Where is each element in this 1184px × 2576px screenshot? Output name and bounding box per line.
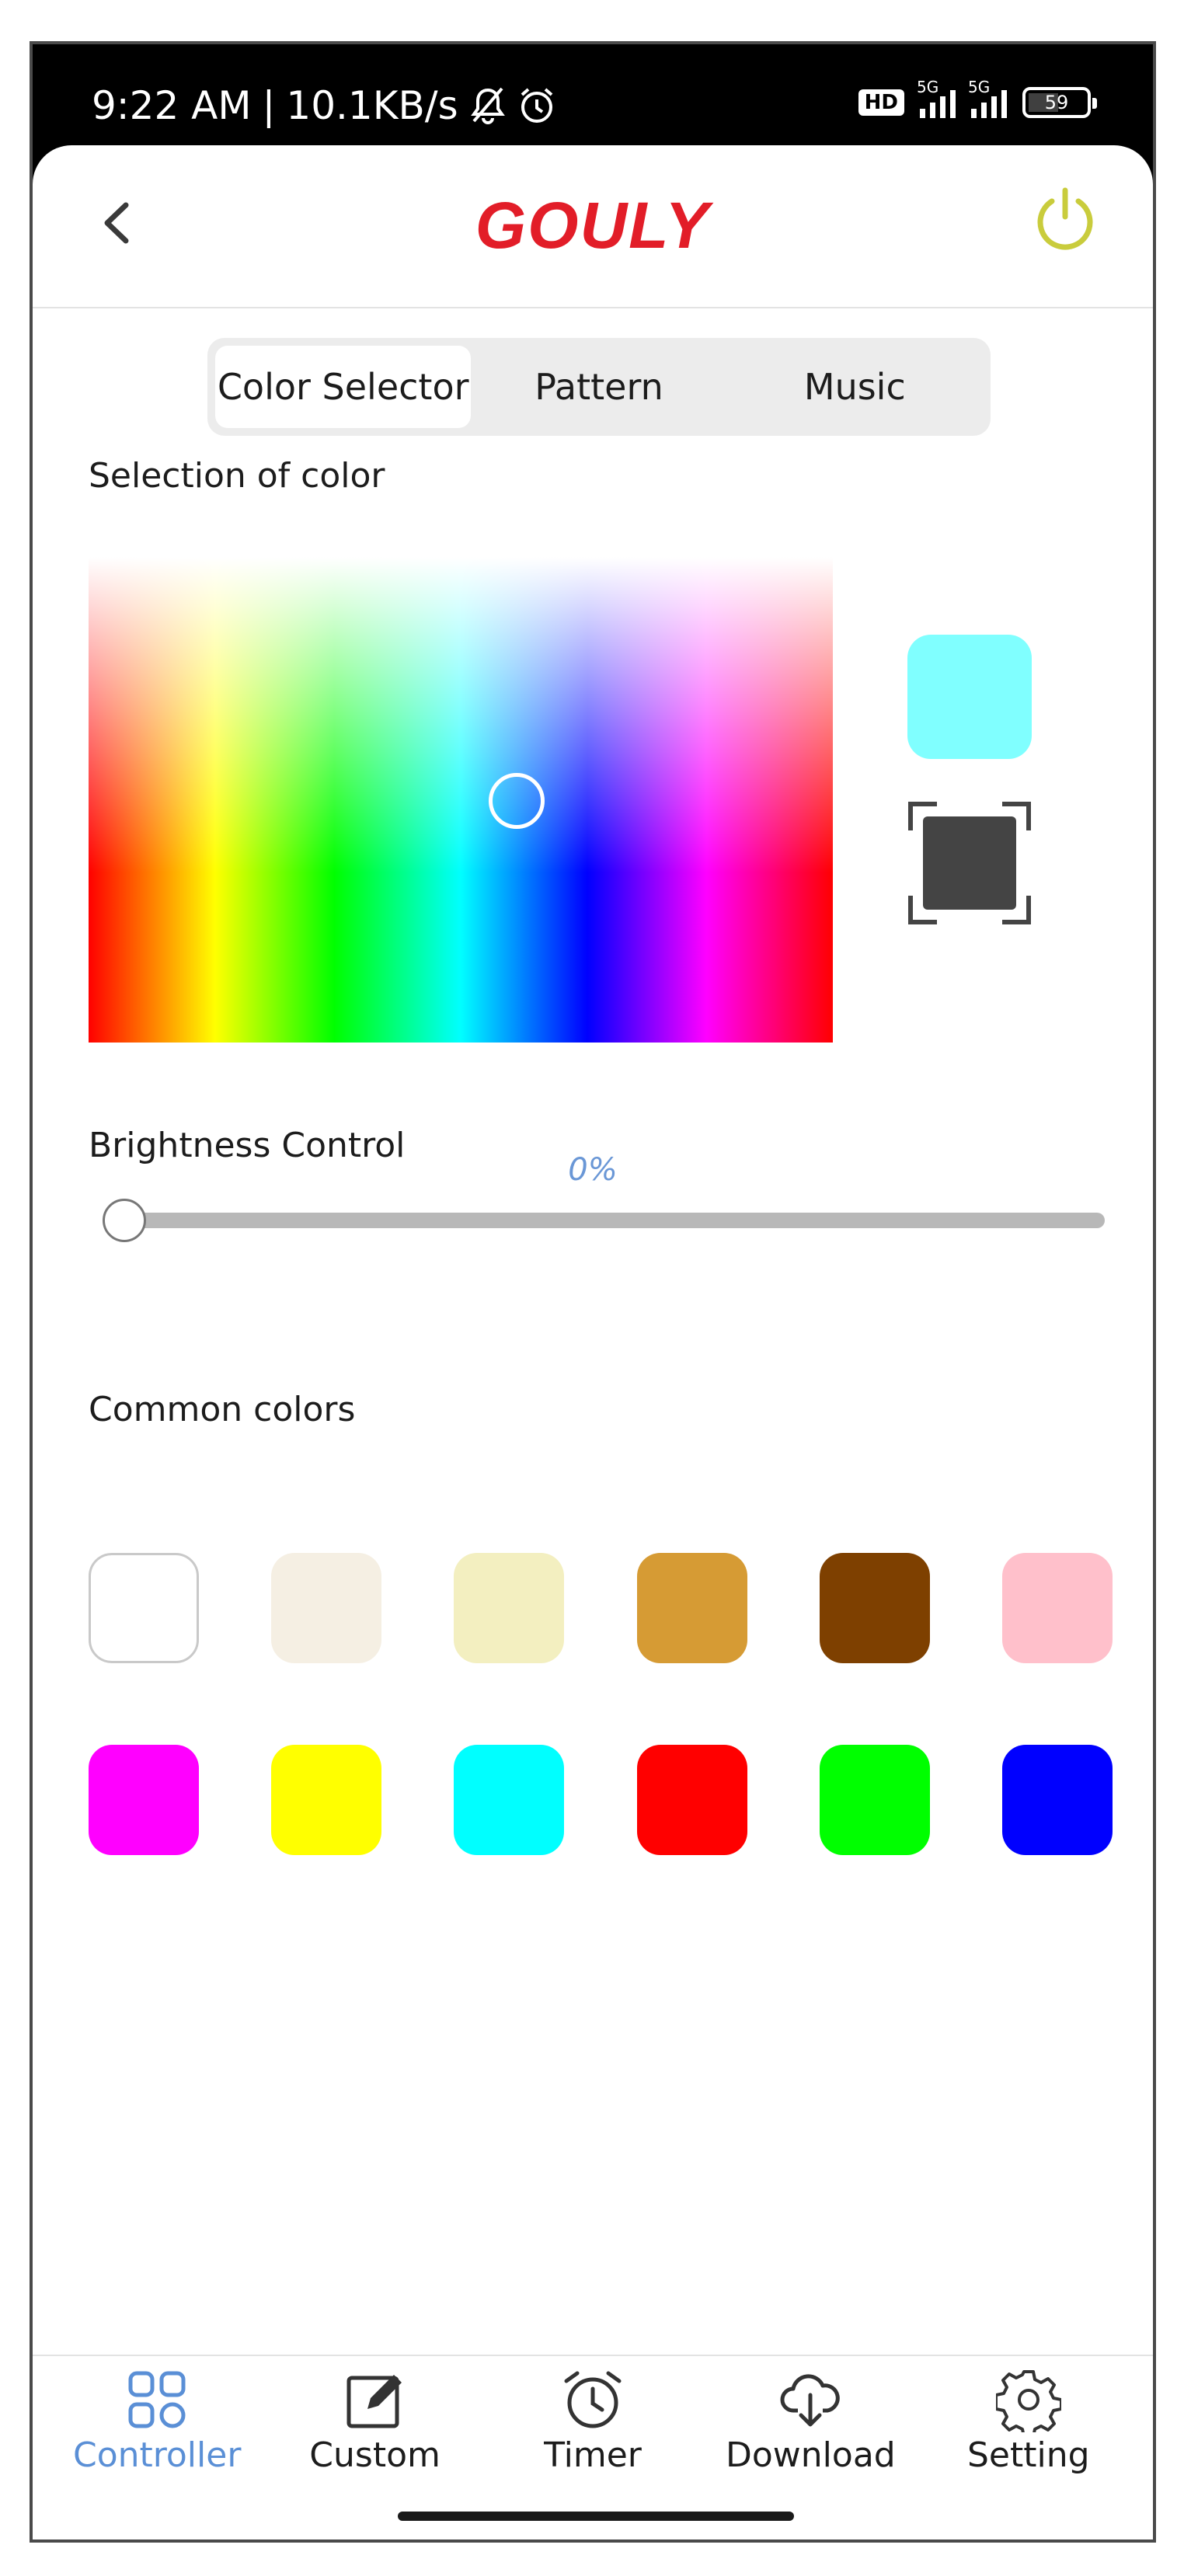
nav-label: Controller xyxy=(72,2435,242,2475)
status-separator: | xyxy=(262,83,276,128)
app-screen: GOULY Color Selector Pattern Music Selec… xyxy=(33,145,1153,2539)
status-bar: 9:22 AM | 10.1KB/s HD 5G 5G 59 xyxy=(33,44,1153,161)
common-colors-title: Common colors xyxy=(89,1390,356,1429)
nav-label: Custom xyxy=(309,2435,441,2475)
signal-tag: 5G xyxy=(968,78,991,96)
status-left: 9:22 AM | 10.1KB/s xyxy=(92,83,556,128)
status-right: HD 5G 5G 59 xyxy=(858,78,1097,118)
color-swatch[interactable] xyxy=(271,1553,382,1663)
selected-color-preview xyxy=(907,635,1032,759)
color-swatch[interactable] xyxy=(636,1745,747,1855)
color-swatch[interactable] xyxy=(1001,1553,1113,1663)
color-swatch[interactable] xyxy=(89,1553,199,1663)
color-swatch[interactable] xyxy=(819,1553,930,1663)
hd-badge: HD xyxy=(858,89,904,116)
mode-tabs: Color Selector Pattern Music xyxy=(207,338,991,436)
edit-icon xyxy=(346,2375,402,2428)
tab-color-selector[interactable]: Color Selector xyxy=(215,346,472,428)
tab-pattern[interactable]: Pattern xyxy=(471,346,726,428)
status-time: 9:22 AM xyxy=(92,83,252,128)
color-section-title: Selection of color xyxy=(89,456,385,496)
bell-off-icon xyxy=(470,87,505,124)
color-swatch[interactable] xyxy=(1001,1745,1113,1855)
color-swatch[interactable] xyxy=(636,1553,747,1663)
nav-setting[interactable]: Setting xyxy=(924,2356,1134,2539)
color-swatch[interactable] xyxy=(454,1745,565,1855)
nav-label: Download xyxy=(726,2435,896,2475)
swatch-row xyxy=(89,1745,1113,1855)
power-icon[interactable] xyxy=(1030,184,1100,254)
color-picker-cursor[interactable] xyxy=(489,773,545,829)
tab-music[interactable]: Music xyxy=(727,346,983,428)
grid-icon xyxy=(128,2371,186,2428)
color-swatch[interactable] xyxy=(89,1745,199,1855)
gear-icon xyxy=(995,2370,1061,2432)
network-speed: 10.1KB/s xyxy=(286,83,458,128)
brightness-value: 0% xyxy=(568,1152,618,1188)
common-colors-grid xyxy=(89,1553,1113,1937)
signal-tag: 5G xyxy=(917,78,939,96)
bottom-nav: Controller Custom Timer Download Setting xyxy=(33,2355,1153,2539)
signal-icon: 5G xyxy=(917,78,956,118)
home-indicator[interactable] xyxy=(398,2512,794,2521)
nav-label: Timer xyxy=(544,2435,642,2475)
device-frame: 9:22 AM | 10.1KB/s HD 5G 5G 59 GOULY Col… xyxy=(30,41,1156,2543)
slider-thumb[interactable] xyxy=(103,1199,146,1242)
color-swatch[interactable] xyxy=(454,1553,565,1663)
nav-controller[interactable]: Controller xyxy=(52,2356,262,2539)
color-scan-icon[interactable] xyxy=(906,799,1033,927)
color-swatch[interactable] xyxy=(819,1745,930,1855)
alarm-clock-icon xyxy=(564,2371,622,2428)
alarm-icon xyxy=(521,88,553,123)
slider-track[interactable] xyxy=(126,1213,1105,1228)
cloud-download-icon xyxy=(780,2374,841,2427)
header: GOULY xyxy=(33,145,1153,308)
brightness-slider[interactable] xyxy=(103,1194,1105,1242)
signal-icon: 5G xyxy=(968,78,1007,118)
brand-logo: GOULY xyxy=(475,189,711,262)
swatch-row xyxy=(89,1553,1113,1663)
color-picker[interactable] xyxy=(89,557,833,1043)
color-swatch[interactable] xyxy=(271,1745,382,1855)
battery-icon: 59 xyxy=(1022,87,1097,118)
nav-label: Setting xyxy=(966,2435,1090,2475)
